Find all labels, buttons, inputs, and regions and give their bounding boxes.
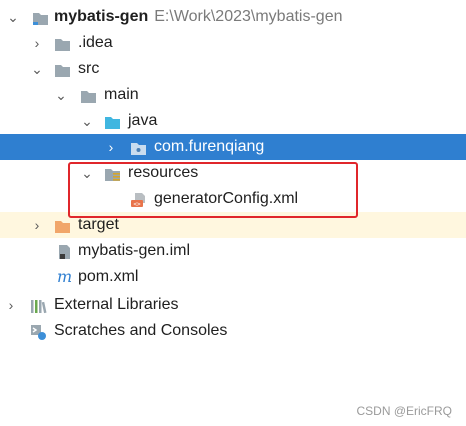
- chevron-down-icon[interactable]: ⌄: [54, 82, 68, 108]
- tree-item-main[interactable]: ⌄ main: [0, 82, 466, 108]
- tree-item-package[interactable]: › com.furenqiang: [0, 134, 466, 160]
- tree-item-scratches[interactable]: Scratches and Consoles: [0, 318, 466, 344]
- tree-item-label: java: [128, 112, 158, 129]
- iml-file-icon: [56, 243, 73, 259]
- tree-item-label: com.furenqiang: [154, 138, 265, 155]
- tree-item-label: External Libraries: [54, 296, 179, 313]
- project-name: mybatis-gen: [54, 8, 149, 25]
- libraries-icon: [30, 297, 47, 314]
- folder-icon: [54, 61, 71, 77]
- chevron-right-icon[interactable]: ›: [104, 134, 118, 160]
- chevron-right-icon[interactable]: ›: [30, 212, 44, 238]
- tree-item-root[interactable]: ⌄ mybatis-gen E:\Work\2023\mybatis-gen: [0, 4, 466, 30]
- tree-item-idea[interactable]: › .idea: [0, 30, 466, 56]
- watermark: CSDN @EricFRQ: [356, 404, 452, 418]
- tree-item-label: pom.xml: [78, 268, 139, 285]
- tree-item-label: mybatis-gen E:\Work\2023\mybatis-gen: [54, 4, 342, 30]
- project-path: E:\Work\2023\mybatis-gen: [154, 8, 343, 25]
- tree-item-label: src: [78, 60, 100, 77]
- chevron-down-icon[interactable]: ⌄: [30, 56, 44, 82]
- svg-text:m: m: [57, 268, 72, 285]
- chevron-right-icon[interactable]: ›: [30, 30, 44, 56]
- chevron-right-icon[interactable]: ›: [4, 292, 18, 318]
- tree-item-java[interactable]: ⌄ java: [0, 108, 466, 134]
- excluded-folder-icon: [54, 217, 71, 233]
- tree-item-src[interactable]: ⌄ src: [0, 56, 466, 82]
- tree-item-label: mybatis-gen.iml: [78, 242, 191, 259]
- package-icon: [130, 139, 147, 155]
- tree-item-label: main: [104, 86, 139, 103]
- chevron-down-icon[interactable]: ⌄: [6, 4, 20, 30]
- maven-pom-icon: m: [56, 267, 73, 286]
- project-folder-icon: [32, 9, 49, 25]
- tree-item-iml[interactable]: mybatis-gen.iml: [0, 238, 466, 264]
- highlight-annotation-box: [68, 162, 358, 218]
- folder-icon: [54, 35, 71, 51]
- tree-item-pom[interactable]: m pom.xml: [0, 264, 466, 290]
- scratches-icon: [30, 323, 47, 340]
- project-tree-panel: ⌄ mybatis-gen E:\Work\2023\mybatis-gen › …: [0, 0, 466, 426]
- folder-icon: [80, 87, 97, 103]
- tree-item-external-libraries[interactable]: › External Libraries: [0, 292, 466, 318]
- chevron-down-icon[interactable]: ⌄: [80, 108, 94, 134]
- tree-item-label: Scratches and Consoles: [54, 322, 228, 339]
- source-root-folder-icon: [104, 113, 121, 129]
- tree-item-label: .idea: [78, 34, 113, 51]
